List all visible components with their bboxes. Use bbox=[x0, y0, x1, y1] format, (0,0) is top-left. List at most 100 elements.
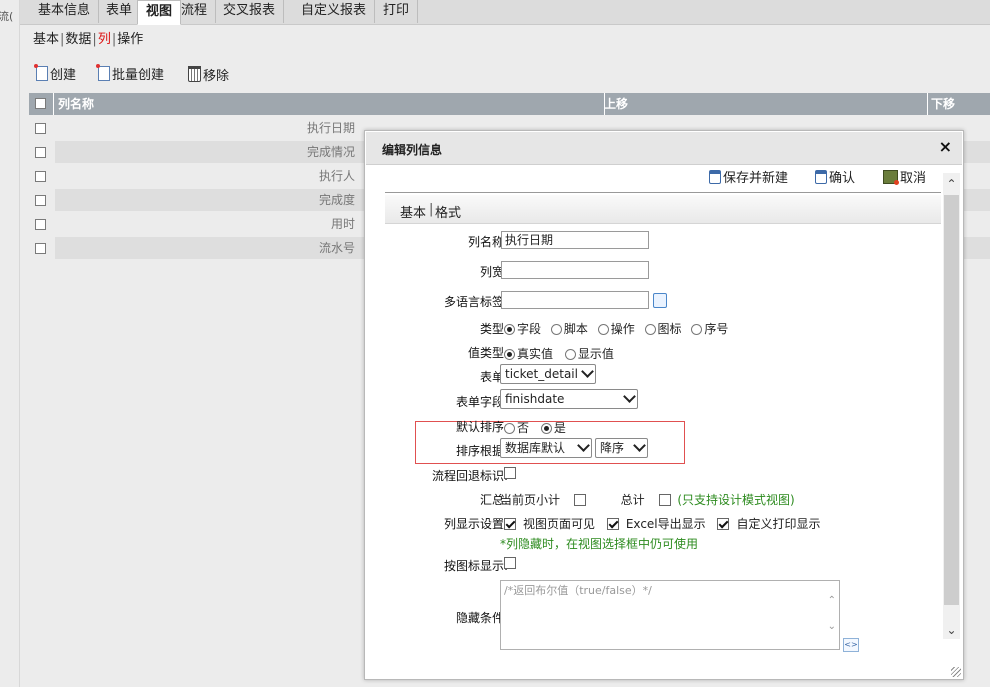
textarea-scroll-up-icon[interactable]: ⌃ bbox=[828, 595, 836, 606]
sort-direction-select[interactable]: 降序 bbox=[595, 438, 648, 458]
chevron-down-icon bbox=[581, 365, 594, 378]
excel-export-checkbox[interactable] bbox=[606, 518, 619, 530]
display-settings-label: 列显示设置: bbox=[443, 517, 508, 531]
confirm-button[interactable]: 确认 bbox=[815, 169, 855, 189]
tab-form[interactable]: 表单 bbox=[98, 0, 142, 23]
header-move-up: 上移 bbox=[601, 93, 928, 115]
radio-display-value[interactable] bbox=[564, 349, 576, 360]
default-sort-label: 默认排序: bbox=[455, 420, 508, 434]
select-all-checkbox[interactable] bbox=[35, 98, 46, 109]
total-checkbox[interactable] bbox=[658, 494, 671, 506]
scrollbar-thumb[interactable] bbox=[944, 195, 959, 605]
chevron-down-icon bbox=[633, 439, 646, 452]
type-option-label: 字段 bbox=[517, 322, 542, 336]
row-column-name: 执行人 bbox=[318, 169, 355, 183]
save-and-new-label: 保存并新建 bbox=[723, 171, 789, 186]
row-checkbox[interactable] bbox=[35, 195, 46, 206]
subtab-columns[interactable]: 列 bbox=[98, 28, 111, 47]
display-note: *列隐藏时，在视图选择框中仍可使用 bbox=[500, 537, 699, 551]
cancel-button[interactable]: 取消 bbox=[883, 169, 926, 189]
row-checkbox[interactable] bbox=[35, 123, 46, 134]
scroll-down-icon[interactable]: ⌄ bbox=[945, 623, 958, 637]
remove-button[interactable]: 移除 bbox=[188, 66, 229, 86]
resize-grip-icon[interactable] bbox=[951, 667, 961, 677]
radio-script[interactable] bbox=[550, 324, 562, 335]
form-select[interactable]: ticket_detail bbox=[500, 364, 596, 384]
tab-print[interactable]: 打印 bbox=[375, 0, 419, 23]
form-field-select[interactable]: finishdate bbox=[500, 389, 638, 409]
tab-cross-report[interactable]: 交叉报表 bbox=[215, 0, 285, 23]
custom-print-checkbox[interactable] bbox=[717, 518, 730, 530]
radio-action[interactable] bbox=[597, 324, 609, 335]
confirm-label: 确认 bbox=[829, 171, 856, 186]
type-option-serial[interactable]: 序号 bbox=[691, 322, 728, 336]
dialog-titlebar[interactable]: 编辑列信息 × bbox=[366, 132, 962, 165]
batch-create-button[interactable]: 批量创建 bbox=[96, 64, 165, 86]
flow-back-label: 流程回退标识: bbox=[431, 469, 508, 483]
sort-by-select[interactable]: 数据库默认 bbox=[500, 438, 592, 458]
textarea-scroll-down-icon[interactable]: ⌄ bbox=[828, 621, 836, 632]
remove-label: 移除 bbox=[203, 69, 230, 84]
radio-field[interactable] bbox=[504, 324, 515, 335]
dialog-scrollbar[interactable]: ⌃ ⌄ bbox=[943, 173, 960, 639]
row-checkbox[interactable] bbox=[35, 219, 46, 230]
row-column-name: 完成度 bbox=[318, 193, 355, 207]
code-editor-icon[interactable]: <> bbox=[843, 638, 859, 652]
default-sort-option-label: 否 bbox=[517, 421, 530, 435]
custom-print-label: 自定义打印显示 bbox=[736, 517, 821, 531]
type-option-label: 序号 bbox=[704, 322, 729, 336]
row-column-name: 流水号 bbox=[318, 241, 355, 255]
tab-flow[interactable]: 流程 bbox=[173, 0, 217, 23]
hide-condition-textarea[interactable]: /*返回布尔值（true/false）*/ ⌃ ⌄ bbox=[500, 580, 840, 650]
create-label: 创建 bbox=[50, 68, 77, 83]
radio-sort-yes[interactable] bbox=[540, 423, 552, 434]
scroll-up-icon[interactable]: ⌃ bbox=[945, 177, 958, 191]
ml-label-label: 多语言标签: bbox=[443, 295, 508, 309]
ml-label-input[interactable] bbox=[501, 291, 649, 309]
subtab-actions[interactable]: 操作 bbox=[117, 28, 143, 47]
default-sort-yes[interactable]: 是 bbox=[540, 421, 566, 435]
subtab-basic[interactable]: 基本 bbox=[33, 28, 59, 47]
type-option-field[interactable]: 字段 bbox=[504, 322, 541, 336]
header-column-name: 列名称 bbox=[54, 93, 605, 115]
flow-back-checkbox[interactable] bbox=[504, 467, 516, 479]
icon-display-checkbox[interactable] bbox=[504, 557, 516, 569]
form-select-value: ticket_detail bbox=[505, 367, 578, 381]
value-type-display[interactable]: 显示值 bbox=[564, 347, 614, 361]
tab-basic-info[interactable]: 基本信息 bbox=[30, 0, 100, 23]
type-option-script[interactable]: 脚本 bbox=[550, 322, 588, 336]
table-header: 列名称 上移 下移 bbox=[29, 93, 990, 115]
tab-custom-report[interactable]: 自定义报表 bbox=[293, 0, 376, 23]
type-option-action[interactable]: 操作 bbox=[597, 322, 635, 336]
create-button[interactable]: 创建 bbox=[34, 64, 77, 86]
row-checkbox[interactable] bbox=[35, 171, 46, 182]
col-width-input[interactable] bbox=[501, 261, 649, 279]
batch-create-label: 批量创建 bbox=[112, 68, 165, 83]
page-subtotal-checkbox[interactable] bbox=[573, 494, 586, 506]
view-visible-label: 视图页面可见 bbox=[523, 517, 596, 531]
new-document-icon bbox=[34, 64, 48, 81]
radio-real-value[interactable] bbox=[504, 349, 515, 360]
close-icon[interactable]: × bbox=[939, 137, 952, 156]
save-and-new-button[interactable]: 保存并新建 bbox=[709, 169, 788, 189]
radio-serial[interactable] bbox=[691, 324, 703, 335]
default-sort-no[interactable]: 否 bbox=[504, 421, 529, 435]
col-name-input[interactable]: 执行日期 bbox=[501, 231, 649, 249]
value-type-option-label: 显示值 bbox=[577, 347, 614, 361]
row-column-name: 执行日期 bbox=[306, 121, 355, 135]
type-option-icon[interactable]: 图标 bbox=[644, 322, 682, 336]
left-strip-text: 流( bbox=[0, 10, 14, 23]
form-field-select-value: finishdate bbox=[505, 392, 565, 406]
subtab-data[interactable]: 数据 bbox=[65, 28, 91, 47]
dialog-tab-basic[interactable]: 基本 bbox=[400, 202, 426, 221]
save-icon bbox=[709, 170, 721, 184]
row-checkbox[interactable] bbox=[35, 243, 46, 254]
radio-sort-no[interactable] bbox=[504, 423, 515, 434]
row-checkbox[interactable] bbox=[35, 147, 46, 158]
dialog-tab-format[interactable]: 格式 bbox=[435, 202, 461, 221]
value-type-real[interactable]: 真实值 bbox=[504, 347, 553, 361]
multilanguage-edit-icon[interactable] bbox=[653, 293, 667, 308]
radio-icon[interactable] bbox=[644, 324, 656, 335]
view-visible-checkbox[interactable] bbox=[504, 518, 516, 530]
dialog-tab-divider: | bbox=[429, 202, 434, 217]
